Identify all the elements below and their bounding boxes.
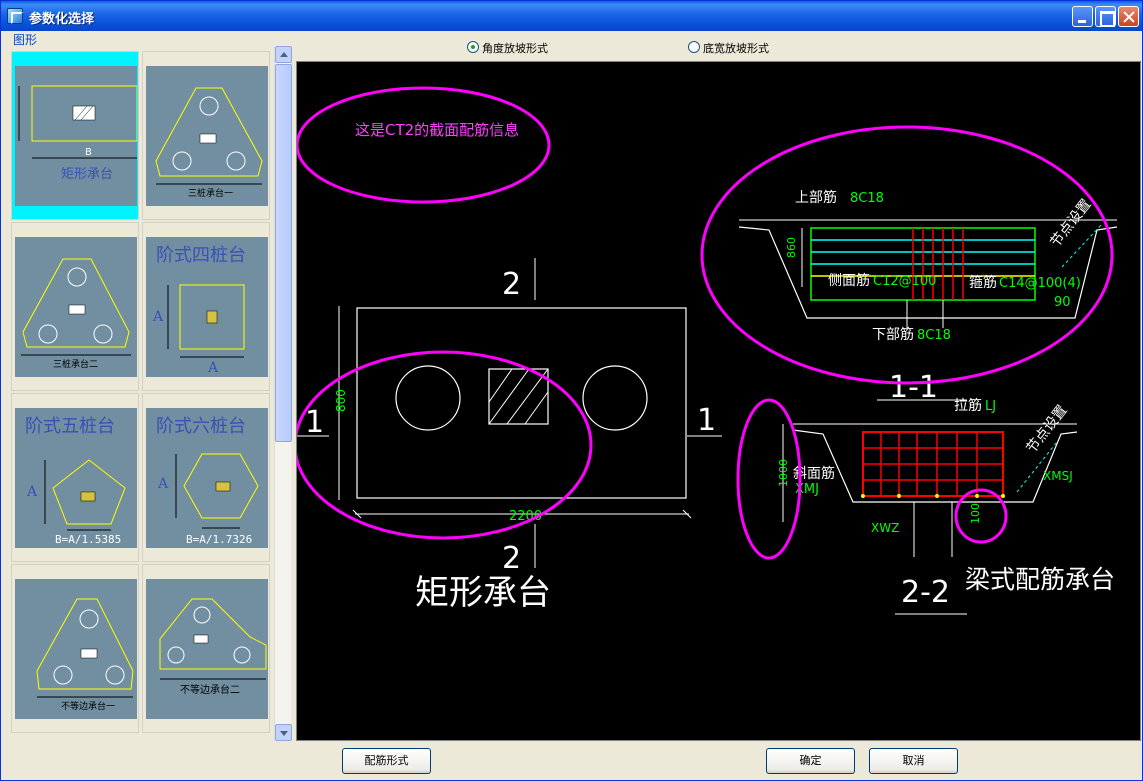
gallery-item-three-pile-2[interactable]: 三桩承台二	[11, 222, 139, 391]
rebar-config-button[interactable]: 配筋形式	[342, 748, 431, 774]
sec22-xwz: XWZ	[871, 521, 899, 535]
thumb-label: 不等边承台一	[61, 700, 115, 712]
sec11-side-rebar: C12@100	[873, 274, 936, 289]
drawing-canvas: 这是CT2的截面配筋信息 2200 800 2 2 1 1 矩形承台 860 上…	[296, 61, 1141, 741]
sec11-height: 860	[785, 237, 798, 258]
plan-section-1-left: 1	[305, 405, 324, 440]
minimize-button[interactable]	[1072, 6, 1093, 27]
sec11-top-rebar: 8C18	[850, 191, 884, 206]
thumb-panel: 阶式六桩台 A B=A/1.7326	[146, 408, 268, 548]
gallery-item-unequal-2[interactable]: 不等边承台二	[142, 564, 270, 733]
close-button[interactable]	[1118, 6, 1139, 27]
gallery-item-step-six-pile[interactable]: 阶式六桩台 A B=A/1.7326	[142, 393, 270, 562]
thumb-dim-a2: A	[207, 360, 219, 376]
sec22-title: 2-2	[901, 575, 950, 610]
sec22-height: 1000	[777, 459, 790, 487]
sec22-tie: LJ	[985, 399, 996, 414]
cancel-button[interactable]: 取消	[869, 748, 958, 774]
step-five-pile-thumbnail: 阶式五桩台 A B=A/1.5385	[25, 416, 126, 546]
plan-highlight	[297, 350, 593, 540]
section-1-1: 860 上部筋 8C18 侧面筋 C12@100 箍筋 C14@100(4) 下…	[700, 125, 1118, 405]
window-title: 参数化选择	[29, 12, 95, 27]
sec11-node-label: 节点设置	[1048, 196, 1095, 250]
sec22-cover: 100	[969, 503, 982, 524]
sec22-height-highlight	[736, 398, 802, 560]
sec11-side-rebar-label: 侧面筋	[828, 272, 870, 289]
sec22-tie-label: 拉筋	[954, 397, 982, 414]
three-pile-2-thumbnail: 三桩承台二	[21, 258, 131, 370]
scroll-up-icon[interactable]	[275, 46, 292, 63]
section-drawing: 这是CT2的截面配筋信息 2200 800 2 2 1 1 矩形承台 860 上…	[297, 86, 1118, 615]
thumb-label: 不等边承台二	[180, 683, 240, 696]
thumb-panel: 不等边承台一	[15, 579, 137, 719]
sec11-stirrup: C14@100(4)	[999, 276, 1081, 291]
thumb-label: 阶式四桩台	[156, 245, 246, 266]
unequal-1-thumbnail: 不等边承台一	[36, 598, 134, 712]
sec11-angle: 90	[1054, 295, 1071, 310]
ok-button[interactable]: 确定	[766, 748, 855, 774]
radio-bottom-width-slope[interactable]	[688, 41, 700, 53]
sec11-top-rebar-label: 上部筋	[795, 189, 837, 206]
thumb-panel: 三桩承台二	[15, 237, 137, 377]
thumb-label: 三桩承台二	[53, 358, 98, 370]
plan-title: 矩形承台	[415, 573, 551, 613]
section11-highlight	[700, 125, 1114, 385]
maximize-button[interactable]	[1095, 6, 1116, 27]
sec11-bottom-rebar: 8C18	[917, 328, 951, 343]
thumb-dim-b: B	[85, 147, 92, 158]
thumb-panel: 阶式五桩台 A B=A/1.5385	[15, 408, 137, 548]
gallery-scrollbar[interactable]	[274, 46, 292, 741]
section-2-2: 1000 拉筋 LJ 斜面筋 XMJ XWZ XMSJ 100 节点设置 2-2…	[736, 397, 1115, 615]
sec11-bottom-rebar-label: 下部筋	[872, 326, 914, 343]
radio-angle-slope-label[interactable]: 角度放坡形式	[482, 40, 548, 56]
title-bar[interactable]: 参数化选择	[1, 1, 1142, 31]
plan-section-2-top: 2	[502, 267, 521, 302]
thumb-panel: B 矩形承台	[15, 66, 137, 206]
thumb-dim-a: A	[152, 309, 164, 325]
plan-view: 2200 800 2 2 1 1 矩形承台	[297, 258, 722, 613]
radio-bottom-width-slope-label[interactable]: 底宽放坡形式	[703, 40, 769, 56]
thumb-formula: B=A/1.5385	[55, 533, 121, 546]
thumb-dim-a: A	[157, 476, 169, 492]
slope-mode-radio-group: 角度放坡形式 底宽放坡形式	[296, 33, 1141, 61]
sec22-subtitle: 梁式配筋承台	[965, 565, 1115, 594]
thumb-label: 阶式五桩台	[25, 416, 115, 437]
unequal-2-thumbnail: 不等边承台二	[159, 598, 267, 696]
thumb-panel: 阶式四桩台 A A	[146, 237, 268, 377]
three-pile-1-thumbnail: 三桩承台一	[155, 87, 263, 199]
gallery-item-step-five-pile[interactable]: 阶式五桩台 A B=A/1.5385	[11, 393, 139, 562]
note-highlight	[297, 86, 551, 204]
gallery-item-step-four-pile[interactable]: 阶式四桩台 A A	[142, 222, 270, 391]
sec22-xmsj: XMSJ	[1043, 469, 1073, 483]
dialog-window: 参数化选择 图形 B 矩形承台 三桩承台一 三桩承台二 阶式四桩台 A A 阶式…	[0, 0, 1143, 781]
scroll-thumb[interactable]	[275, 64, 292, 442]
thumb-panel: 不等边承台二	[146, 579, 268, 719]
thumb-formula: B=A/1.7326	[186, 533, 252, 546]
drawing-note: 这是CT2的截面配筋信息	[355, 121, 519, 139]
thumb-dim-a: A	[26, 484, 38, 500]
shape-gallery: B 矩形承台 三桩承台一 三桩承台二 阶式四桩台 A A 阶式五桩台 A B=A…	[9, 46, 273, 741]
thumb-label: 矩形承台	[61, 167, 113, 182]
gallery-item-three-pile-1[interactable]: 三桩承台一	[142, 51, 270, 220]
thumb-label: 阶式六桩台	[156, 416, 246, 437]
gallery-item-unequal-1[interactable]: 不等边承台一	[11, 564, 139, 733]
thumb-label: 三桩承台一	[188, 187, 233, 199]
sec22-node-label: 节点设置	[1024, 402, 1071, 456]
thumb-panel: 三桩承台一	[146, 66, 268, 206]
step-six-pile-thumbnail: 阶式六桩台 A B=A/1.7326	[156, 416, 259, 546]
app-icon	[7, 8, 23, 24]
gallery-item-rect-cap[interactable]: B 矩形承台	[11, 51, 139, 220]
plan-section-1-right: 1	[697, 403, 716, 438]
scroll-down-icon[interactable]	[275, 724, 292, 741]
radio-angle-slope[interactable]	[467, 41, 479, 53]
sec11-stirrup-label: 箍筋	[969, 274, 997, 291]
plan-section-2-bottom: 2	[502, 541, 521, 576]
step-four-pile-thumbnail: 阶式四桩台 A A	[152, 245, 246, 376]
plan-dim-width: 800	[334, 389, 348, 412]
rect-cap-thumbnail: B 矩形承台	[18, 85, 137, 182]
